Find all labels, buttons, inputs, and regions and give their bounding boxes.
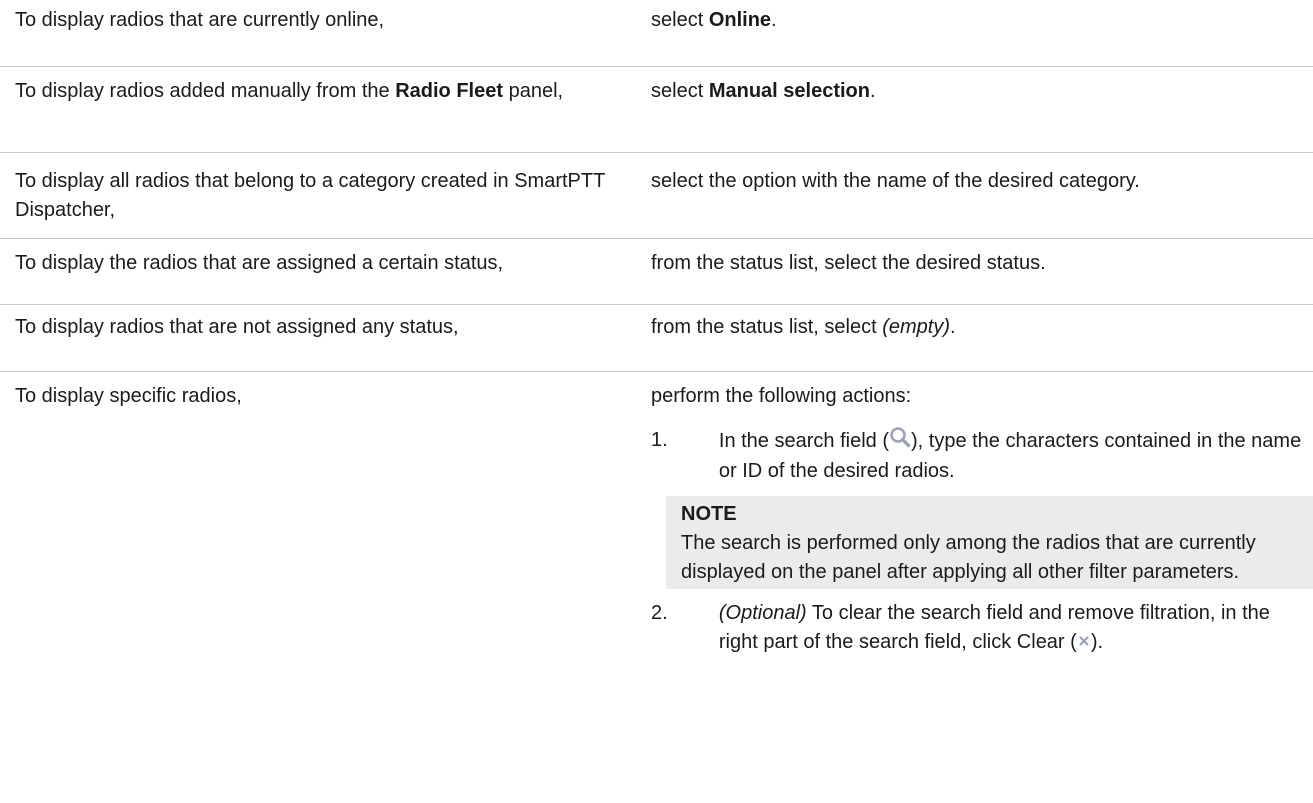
- option-empty: (empty): [882, 316, 950, 338]
- condition-cell: To display radios added manually from th…: [15, 80, 564, 102]
- step-text: (Optional) To clear the search field and…: [719, 599, 1313, 657]
- action-cell: from the status list, select (empty).: [651, 316, 956, 338]
- note-text: The search is performed only among the r…: [681, 532, 1256, 583]
- list-item: 1. In the search field (), type the char…: [651, 426, 1313, 486]
- option-online: Online: [708, 9, 772, 31]
- condition-cell: To display the radios that are assigned …: [15, 252, 504, 274]
- table-row: To display the radios that are assigned …: [0, 239, 1313, 305]
- note-box: NOTE The search is performed only among …: [666, 496, 1313, 589]
- table-row: To display all radios that belong to a c…: [0, 153, 1313, 239]
- condition-cell: To display radios that are not assigned …: [15, 316, 459, 338]
- steps-list: 1. In the search field (), type the char…: [651, 426, 1313, 657]
- action-cell: select Online.: [651, 9, 777, 31]
- table-row: To display specific radios, perform the …: [0, 372, 1313, 803]
- table-row: To display radios that are not assigned …: [0, 305, 1313, 372]
- action-cell: select the option with the name of the d…: [651, 170, 1140, 192]
- filter-options-table: To display radios that are currently onl…: [0, 0, 1313, 803]
- option-manual-selection: Manual selection: [708, 80, 870, 102]
- condition-cell: To display radios that are currently onl…: [15, 9, 385, 31]
- action-intro: perform the following actions:: [651, 385, 912, 407]
- radio-fleet-term: Radio Fleet: [395, 80, 504, 102]
- search-icon: [889, 426, 911, 457]
- action-cell: from the status list, select the desired…: [651, 252, 1046, 274]
- step-text: In the search field (), type the charact…: [719, 426, 1313, 486]
- step-number: 2.: [651, 602, 668, 624]
- clear-icon: [1077, 628, 1091, 657]
- condition-cell: To display specific radios,: [15, 385, 242, 407]
- list-item: 2. (Optional) To clear the search field …: [651, 599, 1313, 657]
- table-row: To display radios that are currently onl…: [0, 0, 1313, 67]
- note-title: NOTE: [681, 503, 737, 525]
- step-number: 1.: [651, 429, 668, 451]
- action-cell: select Manual selection.: [651, 80, 876, 102]
- table-row: To display radios added manually from th…: [0, 67, 1313, 153]
- action-cell: perform the following actions: 1. In the…: [636, 372, 1313, 803]
- condition-cell: To display all radios that belong to a c…: [15, 170, 605, 221]
